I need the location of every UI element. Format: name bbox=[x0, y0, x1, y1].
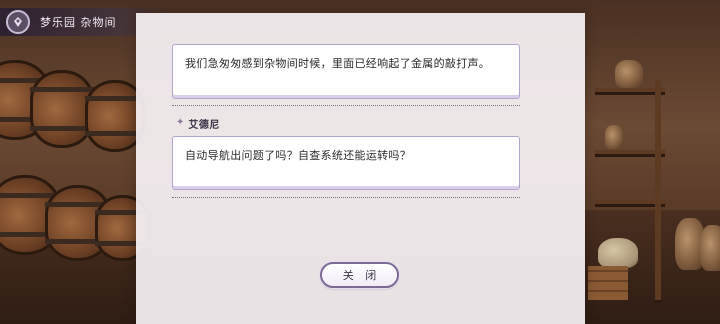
sparkle-icon: ✦ bbox=[176, 117, 185, 128]
shelf-post bbox=[655, 80, 661, 300]
dialogue-text: 自动导航出问题了吗？自查系统还能运转吗？ bbox=[185, 149, 411, 162]
location-label: 梦乐园 杂物间 bbox=[40, 16, 117, 29]
location-marker-icon[interactable] bbox=[6, 10, 30, 34]
narration-text: 我们急匆匆感到杂物间时候，里面已经响起了金属的敲打声。 bbox=[185, 57, 491, 70]
jar bbox=[700, 225, 720, 271]
close-button-label: 关 闭 bbox=[342, 269, 381, 282]
close-button[interactable]: 关 闭 bbox=[320, 262, 399, 288]
dotted-divider bbox=[172, 105, 520, 106]
crate bbox=[588, 266, 628, 300]
jar bbox=[615, 60, 643, 88]
dotted-divider bbox=[172, 197, 520, 198]
narration-box: 我们急匆匆感到杂物间时候，里面已经响起了金属的敲打声。 bbox=[172, 44, 520, 99]
dialogue-box: 自动导航出问题了吗？自查系统还能运转吗？ bbox=[172, 136, 520, 190]
jar bbox=[605, 125, 623, 149]
speaker-name: 艾德尼 bbox=[188, 119, 220, 131]
speaker-tag: ✦ 艾德尼 bbox=[176, 116, 220, 131]
sack bbox=[598, 238, 638, 268]
